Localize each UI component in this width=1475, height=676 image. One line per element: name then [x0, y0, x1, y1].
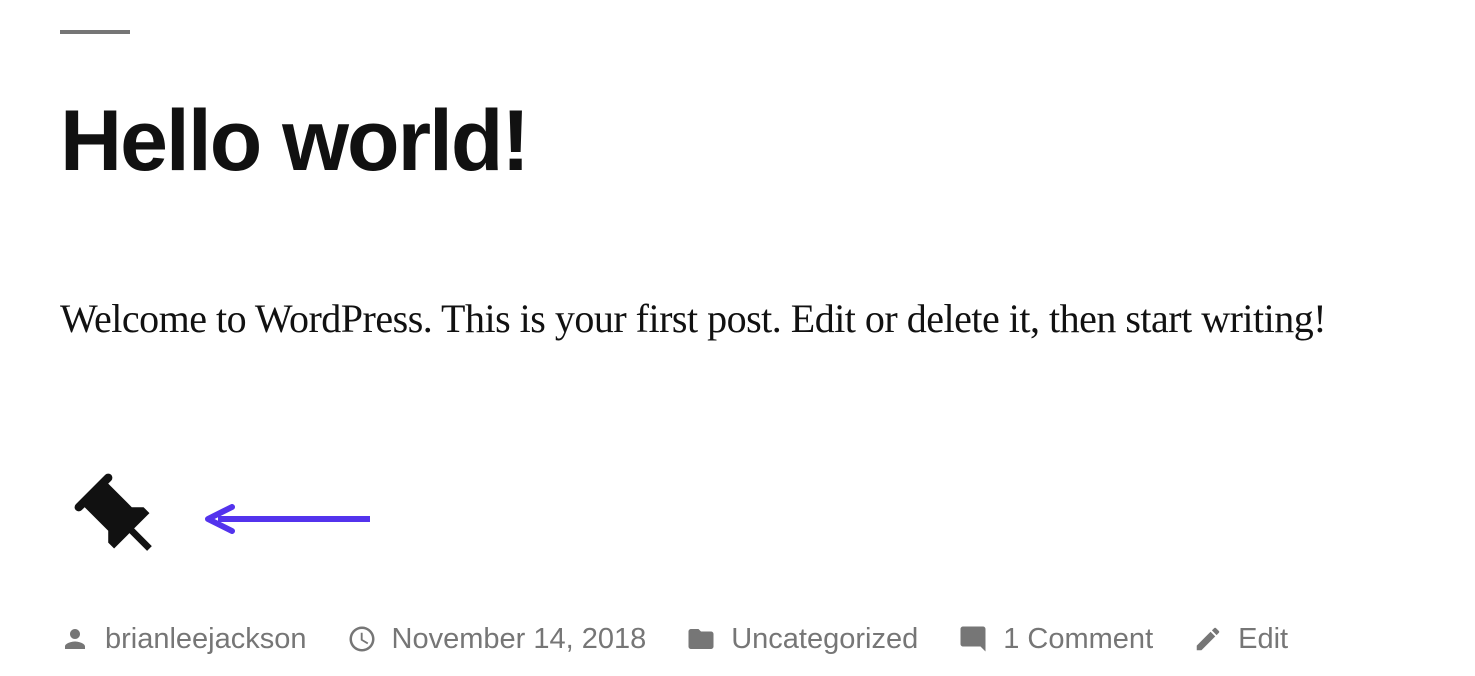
category-link[interactable]: Uncategorized	[686, 623, 918, 656]
clock-icon	[347, 624, 377, 654]
pushpin-icon	[70, 469, 170, 573]
category-name: Uncategorized	[731, 623, 918, 656]
post-date: November 14, 2018	[392, 623, 647, 656]
edit-label: Edit	[1238, 623, 1288, 656]
comment-icon	[958, 624, 988, 654]
annotation-arrow-icon	[200, 504, 370, 538]
header-rule	[60, 30, 130, 34]
comments-count: 1 Comment	[1003, 623, 1153, 656]
post-title[interactable]: Hello world!	[60, 94, 1415, 189]
pencil-icon	[1193, 624, 1223, 654]
folder-icon	[686, 624, 716, 654]
post-meta: brianleejackson November 14, 2018 Uncate…	[60, 623, 1415, 656]
person-icon	[60, 624, 90, 654]
post-content: Welcome to WordPress. This is your first…	[60, 289, 1415, 349]
comments-link[interactable]: 1 Comment	[958, 623, 1153, 656]
edit-link[interactable]: Edit	[1193, 623, 1288, 656]
sticky-indicator	[70, 469, 1415, 573]
date-link[interactable]: November 14, 2018	[347, 623, 647, 656]
author-link[interactable]: brianleejackson	[60, 623, 307, 656]
author-name: brianleejackson	[105, 623, 307, 656]
